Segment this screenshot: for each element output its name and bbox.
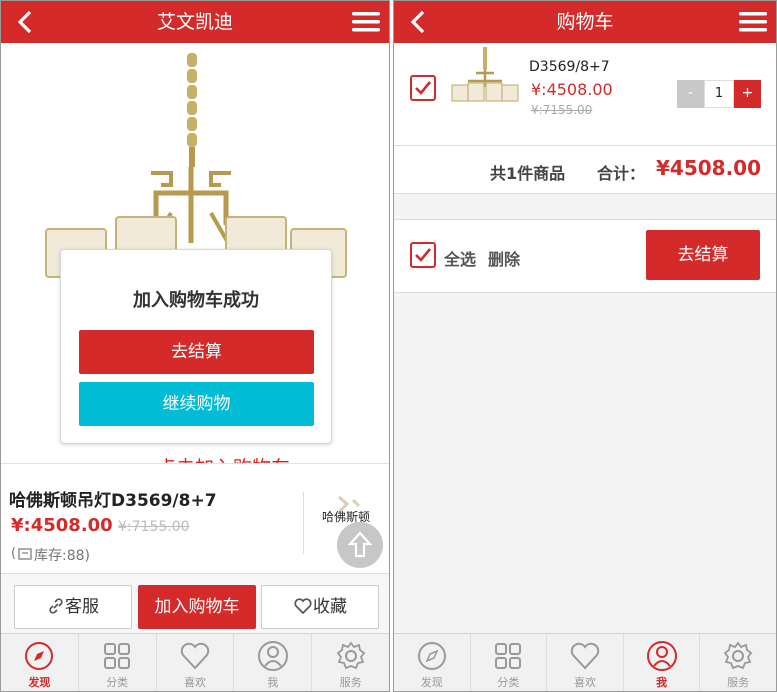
favorite-label: 收藏 [313, 597, 347, 617]
checkout-button[interactable]: 去结算 [79, 330, 314, 374]
quantity-increase-button[interactable]: + [734, 80, 761, 108]
dialog-title: 加入购物车成功 [133, 290, 259, 311]
cart-footer: 全选 删除 去结算 [394, 219, 776, 293]
tab-label: 发现 [28, 676, 51, 689]
cart-item: D3569/8+7 ¥:4508.00 ¥:7155.00 - 1 + [394, 43, 776, 146]
page-title: 购物车 [556, 11, 614, 33]
product-name: 哈佛斯顿吊灯D3569/8+7 [9, 491, 217, 511]
user-icon [257, 641, 288, 671]
product-detail-screen: 艾文凯迪 加入购物车成功 去结算 继续购物 哈佛斯顿吊灯D3569/8+7 ¥:… [0, 0, 390, 692]
stock-label: 库存:88 [34, 548, 85, 564]
tab-label: 我 [267, 676, 279, 689]
customer-service-label: 客服 [65, 597, 99, 617]
cart-summary: 共1件商品 合计： ¥4508.00 [394, 146, 776, 194]
stock-count: 库存:88) [34, 548, 90, 564]
add-to-cart-button[interactable]: 加入购物车 [138, 585, 256, 629]
menu-icon[interactable] [738, 9, 768, 35]
menu-icon[interactable] [351, 9, 381, 35]
tab-label: 喜欢 [573, 676, 596, 689]
tab-service[interactable]: 服务 [312, 634, 389, 691]
gear-icon [336, 641, 365, 670]
select-all-label[interactable]: 全选 [444, 246, 476, 270]
delete-button[interactable]: 删除 [488, 246, 520, 270]
tab-discover[interactable]: 发现 [1, 634, 79, 691]
bottom-tab-bar: 发现 分类 喜欢 我 服务 [1, 633, 389, 691]
customer-service-button[interactable]: 客服 [14, 585, 132, 629]
tab-label: 分类 [106, 676, 129, 689]
continue-shopping-button[interactable]: 继续购物 [79, 382, 314, 426]
checkmark-icon [415, 248, 432, 262]
add-to-cart-dialog: 加入购物车成功 去结算 继续购物 [60, 249, 332, 444]
checkmark-icon [415, 81, 432, 95]
cart-checkout-button[interactable]: 去结算 [646, 230, 760, 280]
product-info: 哈佛斯顿吊灯D3569/8+7 ¥:4508.00 ¥:7155.00 ( 库存… [1, 463, 389, 573]
grid-icon [104, 643, 131, 669]
tab-favorites[interactable]: 喜欢 [547, 634, 624, 691]
grid-icon [495, 643, 522, 669]
item-checkbox[interactable] [410, 75, 436, 101]
page-title: 艾文凯迪 [156, 11, 233, 33]
quantity-decrease-button[interactable]: - [677, 80, 704, 108]
item-old-price: ¥:7155.00 [531, 103, 593, 117]
user-icon [646, 641, 677, 671]
heart-icon [180, 642, 210, 670]
thumb-divider [303, 492, 304, 554]
box-icon [18, 548, 32, 560]
item-thumbnail [451, 47, 519, 102]
total-label: 合计： [597, 164, 646, 183]
tab-label: 服务 [727, 676, 750, 689]
tab-label: 喜欢 [183, 676, 206, 689]
item-count: 共1件商品 [490, 164, 566, 183]
product-old-price: ¥:7155.00 [118, 519, 190, 535]
heart-outline-icon [294, 598, 312, 615]
total-value: ¥4508.00 [656, 156, 762, 180]
quantity-input[interactable]: 1 [704, 80, 734, 108]
scroll-top-button[interactable] [337, 522, 383, 568]
tab-category[interactable]: 分类 [471, 634, 548, 691]
stock-icon: ( [11, 546, 17, 561]
gear-icon [723, 641, 753, 670]
item-model: D3569/8+7 [529, 59, 610, 75]
tab-me[interactable]: 我 [624, 634, 701, 691]
arrow-up-icon [347, 531, 373, 558]
select-all-checkbox[interactable] [410, 242, 436, 268]
tab-category[interactable]: 分类 [79, 634, 157, 691]
tab-favorites[interactable]: 喜欢 [157, 634, 235, 691]
compass-icon [417, 642, 446, 670]
header-bar: 购物车 [394, 1, 776, 43]
tab-label: 我 [656, 676, 668, 689]
shopping-cart-screen: 购物车 D3569/8+7 ¥:4508.00 ¥:7155.00 - 1 + … [393, 0, 777, 692]
heart-icon [570, 642, 600, 670]
item-price: ¥:4508.00 [531, 80, 613, 99]
favorite-button[interactable]: 收藏 [261, 585, 379, 629]
link-icon [49, 598, 63, 614]
tab-label: 发现 [420, 676, 443, 689]
tab-me[interactable]: 我 [234, 634, 313, 691]
tab-service[interactable]: 服务 [700, 634, 776, 691]
quantity-stepper: - 1 + [677, 80, 761, 108]
action-bar: 客服 加入购物车 收藏 [1, 573, 389, 635]
product-price: ¥:4508.00 [11, 515, 113, 536]
header-bar: 艾文凯迪 [1, 1, 389, 43]
compass-icon [25, 642, 54, 670]
bottom-tab-bar: 发现 分类 喜欢 我 服务 [394, 633, 776, 691]
tab-label: 分类 [497, 676, 520, 689]
tab-discover[interactable]: 发现 [394, 634, 471, 691]
tab-label: 服务 [339, 676, 362, 689]
